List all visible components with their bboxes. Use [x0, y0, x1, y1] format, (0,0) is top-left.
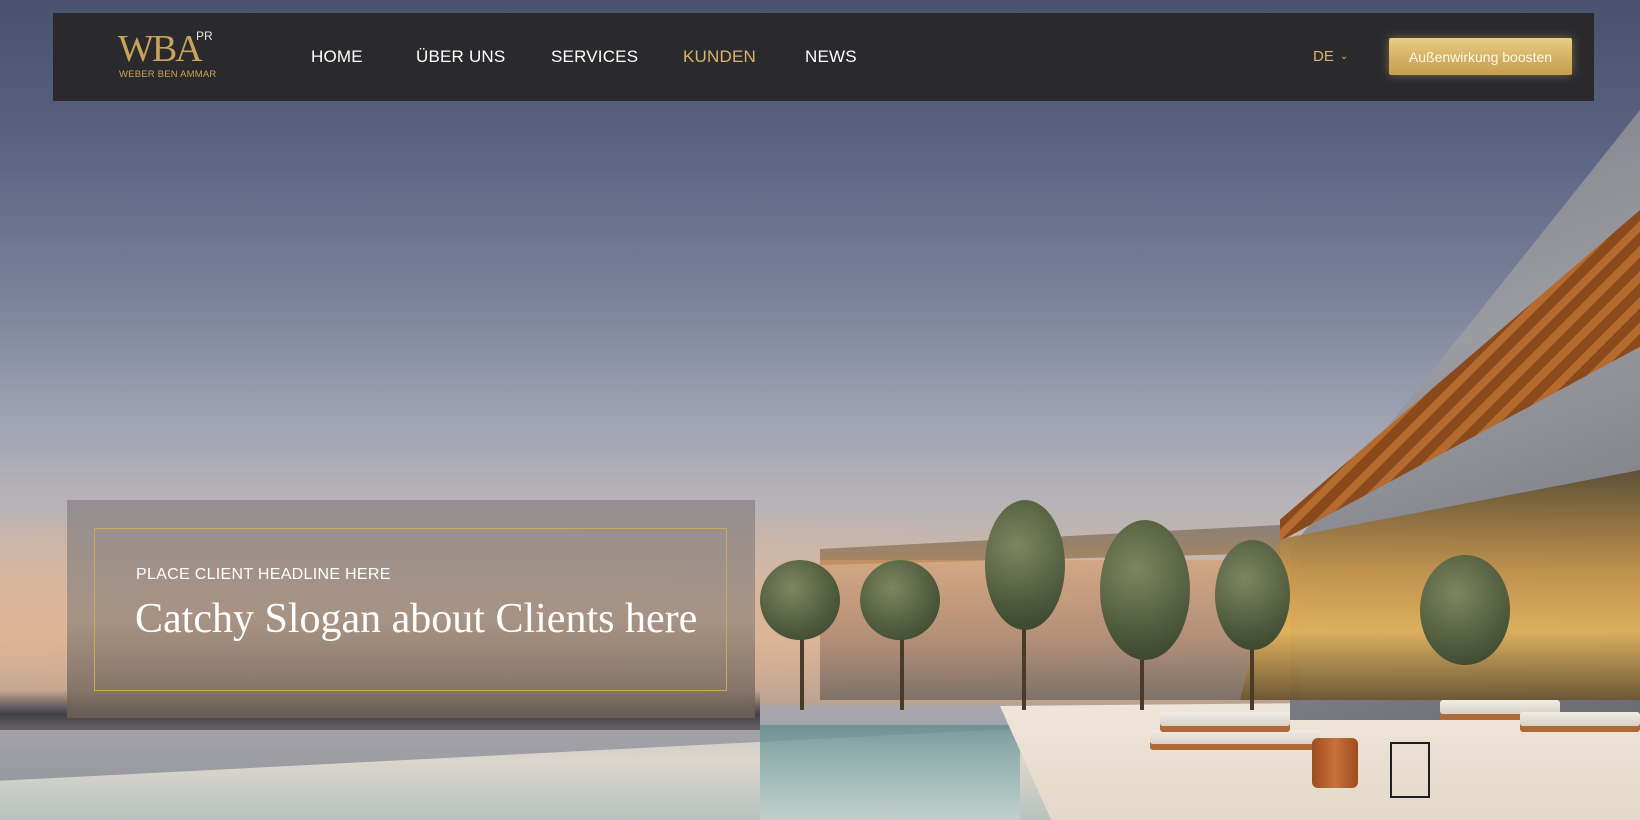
logo[interactable]: WBA PR WEBER BEN AMMAR	[118, 29, 218, 85]
tree	[1420, 555, 1510, 665]
side-table	[1390, 742, 1430, 798]
sun-lounger	[1520, 712, 1640, 726]
client-card-frame: PLACE CLIENT HEADLINE HERE Catchy Slogan…	[94, 528, 727, 691]
client-card: PLACE CLIENT HEADLINE HERE Catchy Slogan…	[67, 500, 755, 718]
chevron-down-icon: ⌄	[1339, 51, 1349, 62]
tree	[1100, 520, 1190, 660]
client-headline: PLACE CLIENT HEADLINE HERE	[136, 566, 391, 583]
sun-lounger	[1150, 730, 1320, 744]
language-label: DE	[1313, 48, 1334, 65]
wooden-stool	[1312, 738, 1358, 788]
pool-reflection	[760, 725, 1020, 820]
nav-item-ueber-uns[interactable]: ÜBER UNS	[416, 47, 505, 67]
language-selector[interactable]: DE ⌄	[1313, 48, 1348, 65]
tree	[860, 560, 940, 640]
logo-subtitle: WEBER BEN AMMAR	[119, 69, 217, 80]
nav-item-news[interactable]: NEWS	[805, 47, 857, 67]
tree	[985, 500, 1065, 630]
cta-button[interactable]: Außenwirkung boosten	[1389, 38, 1572, 75]
nav-item-services[interactable]: SERVICES	[551, 47, 638, 67]
nav-item-home[interactable]: HOME	[311, 47, 363, 67]
client-slogan: Catchy Slogan about Clients here	[135, 596, 698, 642]
tree	[1215, 540, 1290, 650]
logo-mark: WBA	[118, 28, 203, 70]
sun-lounger	[1160, 712, 1290, 726]
tree	[760, 560, 840, 640]
logo-superscript: PR	[196, 29, 213, 43]
navbar: WBA PR WEBER BEN AMMAR HOME ÜBER UNS SER…	[53, 13, 1594, 101]
nav-item-kunden[interactable]: KUNDEN	[683, 47, 756, 67]
